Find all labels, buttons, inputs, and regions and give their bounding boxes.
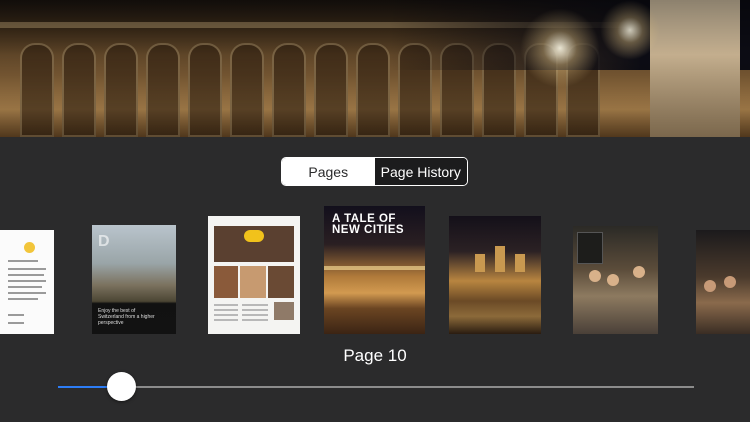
page-slider-track[interactable] [58, 386, 694, 388]
avatar-icon [24, 242, 35, 253]
hero-photo [0, 0, 750, 137]
page-slider-thumb[interactable] [107, 372, 137, 401]
current-page-label: Page 10 [343, 346, 407, 365]
magazine-cover-title: A TALE OF NEW CITIES [332, 213, 405, 236]
view-segmented-control[interactable]: Pages Page History [281, 157, 468, 186]
page-thumbnail-9[interactable]: D Enjoy the best of Switzerland from a h… [92, 225, 176, 334]
page-thumbnail-12[interactable] [449, 216, 541, 334]
page-thumbnail-14[interactable] [696, 230, 750, 334]
tab-page-history[interactable]: Page History [374, 158, 467, 185]
page-thumbnail-13[interactable] [573, 226, 658, 334]
thumbnail-caption: Enjoy the best of Switzerland from a hig… [98, 308, 155, 326]
page-thumbnail-11[interactable]: A TALE OF NEW CITIES [324, 206, 425, 334]
page-thumbnail-10[interactable] [208, 216, 300, 334]
tab-pages[interactable]: Pages [282, 158, 375, 185]
page-thumbnail-8[interactable] [0, 230, 54, 334]
